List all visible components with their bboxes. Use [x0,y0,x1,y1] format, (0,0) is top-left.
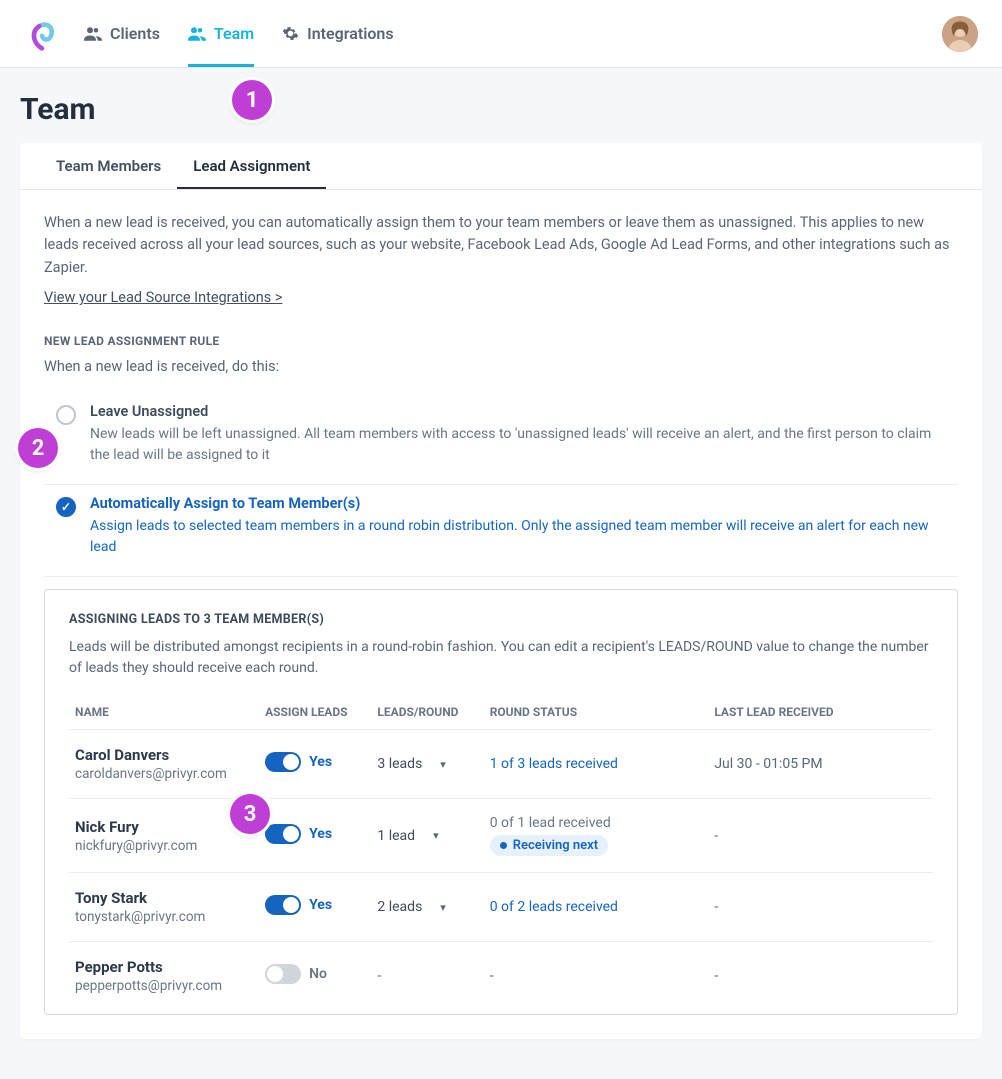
last-received: Jul 30 - 01:05 PM [714,756,822,772]
callout-2: 2 [18,428,58,468]
table-row: Pepper Potts pepperpotts@privyr.com No - - - [69,942,933,1011]
col-assign: ASSIGN LEADS [259,695,371,730]
toggle-switch[interactable] [265,824,301,844]
receiving-next-badge: Receiving next [490,835,608,856]
team-icon [188,27,206,41]
logo [24,16,60,52]
table-row: Carol Danvers caroldanvers@privyr.com Yes 3… [69,730,933,799]
page-title: Team [20,92,982,127]
avatar[interactable] [942,16,978,52]
member-email: nickfury@privyr.com [75,838,253,854]
radio-auto-assign[interactable] [56,497,76,517]
members-table: NAME ASSIGN LEADS LEADS/ROUND ROUND STAT… [69,695,933,1010]
toggle-switch[interactable] [265,895,301,915]
option-unassigned-desc: New leads will be left unassigned. All t… [90,424,954,466]
member-email: caroldanvers@privyr.com [75,766,253,782]
dot-icon [500,842,507,849]
round-status: - [490,968,494,984]
assign-box-title: ASSIGNING LEADS TO 3 TEAM MEMBER(S) [69,612,933,627]
round-status: 0 of 2 leads received [490,899,703,915]
toggle-switch[interactable] [265,964,301,984]
assign-toggle[interactable]: Yes [265,824,332,844]
topbar: Clients Team Integrations [0,0,1002,68]
round-status: 1 of 3 leads received [490,756,703,772]
leads-per-round-select[interactable]: 1 lead ▾ [377,828,438,844]
assign-box: ASSIGNING LEADS TO 3 TEAM MEMBER(S) Lead… [44,589,958,1015]
callout-3: 3 [230,794,270,834]
main-nav: Clients Team Integrations [84,0,394,67]
toggle-label: No [309,966,327,982]
table-row: Nick Fury nickfury@privyr.com Yes 1 lead ▾ 0 … [69,799,933,873]
leads-per-round-value: - [377,968,381,984]
option-auto-assign[interactable]: Automatically Assign to Team Member(s) A… [44,485,958,577]
nav-integrations[interactable]: Integrations [282,0,393,67]
col-name: NAME [69,695,259,730]
nav-integrations-label: Integrations [307,24,393,43]
leads-per-round-select[interactable]: 3 leads ▾ [377,756,445,772]
clients-icon [84,27,102,41]
chevron-down-icon: ▾ [440,901,446,914]
leads-per-round-value: 1 lead [377,828,415,844]
toggle-switch[interactable] [265,752,301,772]
chevron-down-icon: ▾ [440,758,446,771]
toggle-label: Yes [309,897,332,913]
radio-unassigned[interactable] [56,405,76,425]
member-name: Nick Fury [75,818,253,836]
tab-team-members[interactable]: Team Members [40,143,177,189]
col-status: ROUND STATUS [484,695,709,730]
link-lead-source-integrations[interactable]: View your Lead Source Integrations > [44,289,282,306]
toggle-label: Yes [309,826,332,842]
last-received: - [714,899,718,915]
nav-team[interactable]: Team [188,0,254,67]
table-row: Tony Stark tonystark@privyr.com Yes 2 leads… [69,873,933,942]
option-leave-unassigned[interactable]: Leave Unassigned New leads will be left … [44,393,958,485]
callout-1: 1 [232,80,272,120]
leads-per-round-value: 3 leads [377,756,422,772]
tabs: Team Members Lead Assignment [20,143,982,190]
member-email: tonystark@privyr.com [75,909,253,925]
col-last: LAST LEAD RECEIVED [708,695,933,730]
member-name: Carol Danvers [75,746,253,764]
nav-clients-label: Clients [110,24,160,43]
option-auto-title: Automatically Assign to Team Member(s) [90,495,954,512]
last-received: - [714,968,718,984]
nav-team-label: Team [214,24,254,43]
option-auto-desc: Assign leads to selected team members in… [90,516,954,558]
member-name: Tony Stark [75,889,253,907]
section-heading: NEW LEAD ASSIGNMENT RULE [44,334,958,348]
assign-box-desc: Leads will be distributed amongst recipi… [69,637,933,679]
chevron-down-icon: ▾ [433,829,439,842]
assign-toggle[interactable]: Yes [265,752,332,772]
assign-toggle[interactable]: Yes [265,895,332,915]
gear-icon [282,25,299,42]
nav-clients[interactable]: Clients [84,0,160,67]
toggle-label: Yes [309,754,332,770]
col-per-round: LEADS/ROUND [371,695,483,730]
member-email: pepperpotts@privyr.com [75,978,253,994]
tab-lead-assignment[interactable]: Lead Assignment [177,143,326,189]
assign-toggle[interactable]: No [265,964,327,984]
settings-card: Team Members Lead Assignment When a new … [20,143,982,1039]
last-received: - [714,828,718,844]
option-unassigned-title: Leave Unassigned [90,403,954,420]
intro-text: When a new lead is received, you can aut… [44,212,958,279]
round-status: 0 of 1 lead received [490,815,703,831]
leads-per-round-value: 2 leads [377,899,422,915]
member-name: Pepper Potts [75,958,253,976]
rule-intro: When a new lead is received, do this: [44,358,958,375]
leads-per-round-select[interactable]: 2 leads ▾ [377,899,445,915]
